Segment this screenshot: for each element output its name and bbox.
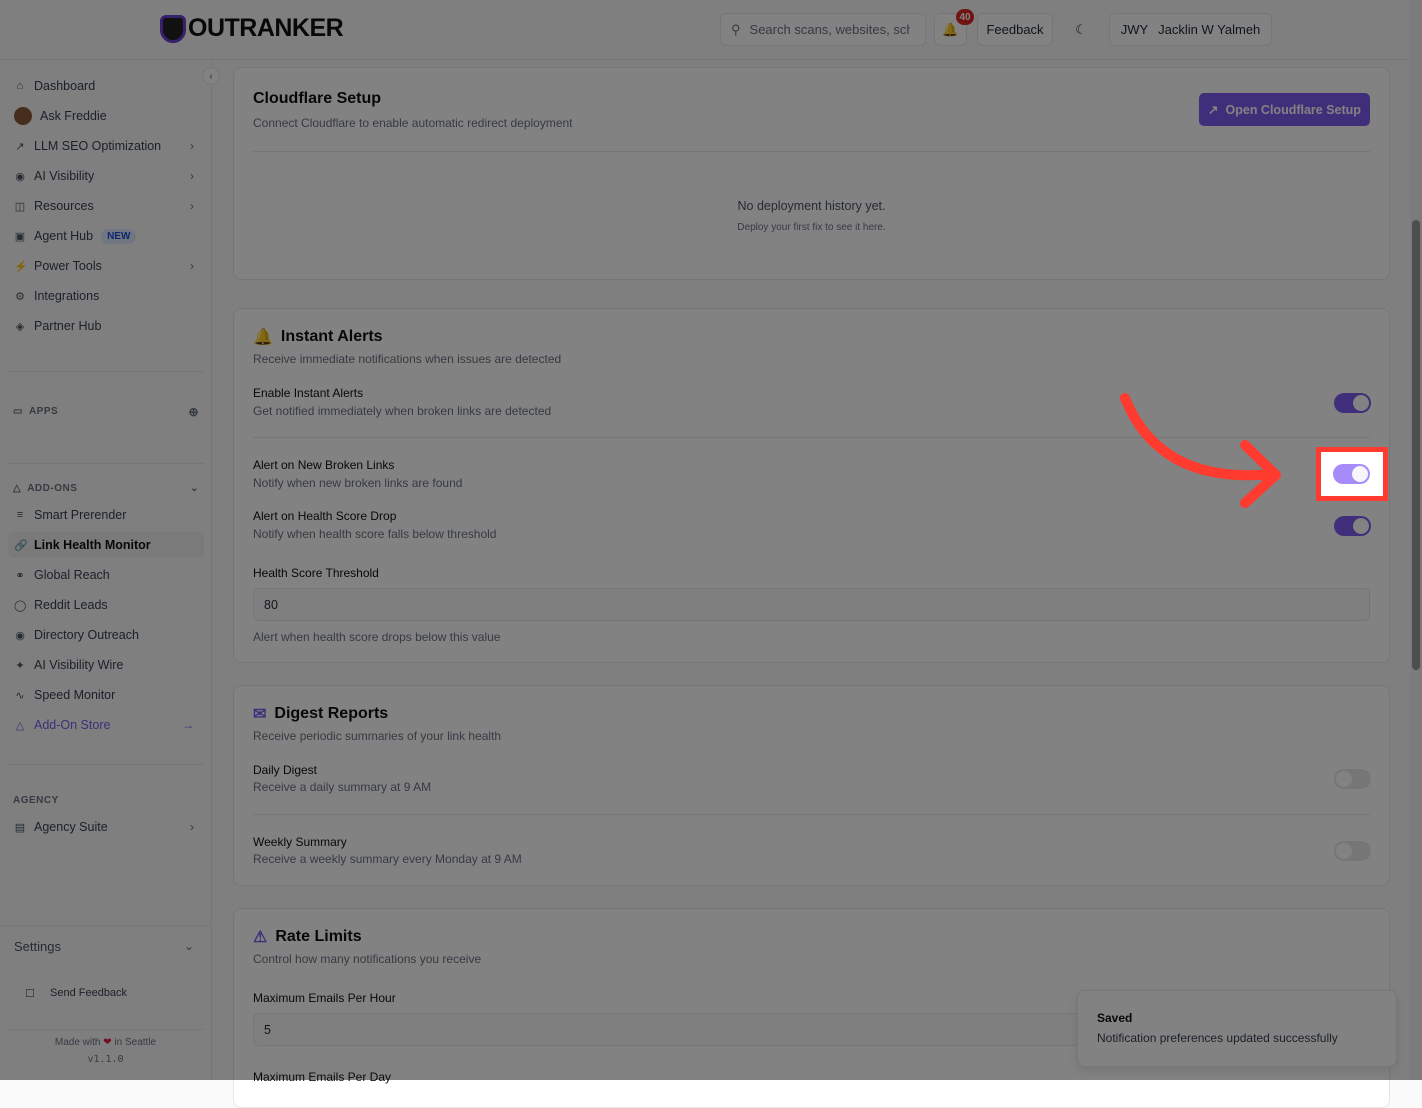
pointer-arrow-icon xyxy=(1120,393,1281,508)
alert-new-broken-links-toggle[interactable] xyxy=(1333,464,1370,484)
highlighted-new-broken-links-toggle[interactable] xyxy=(1316,447,1388,501)
